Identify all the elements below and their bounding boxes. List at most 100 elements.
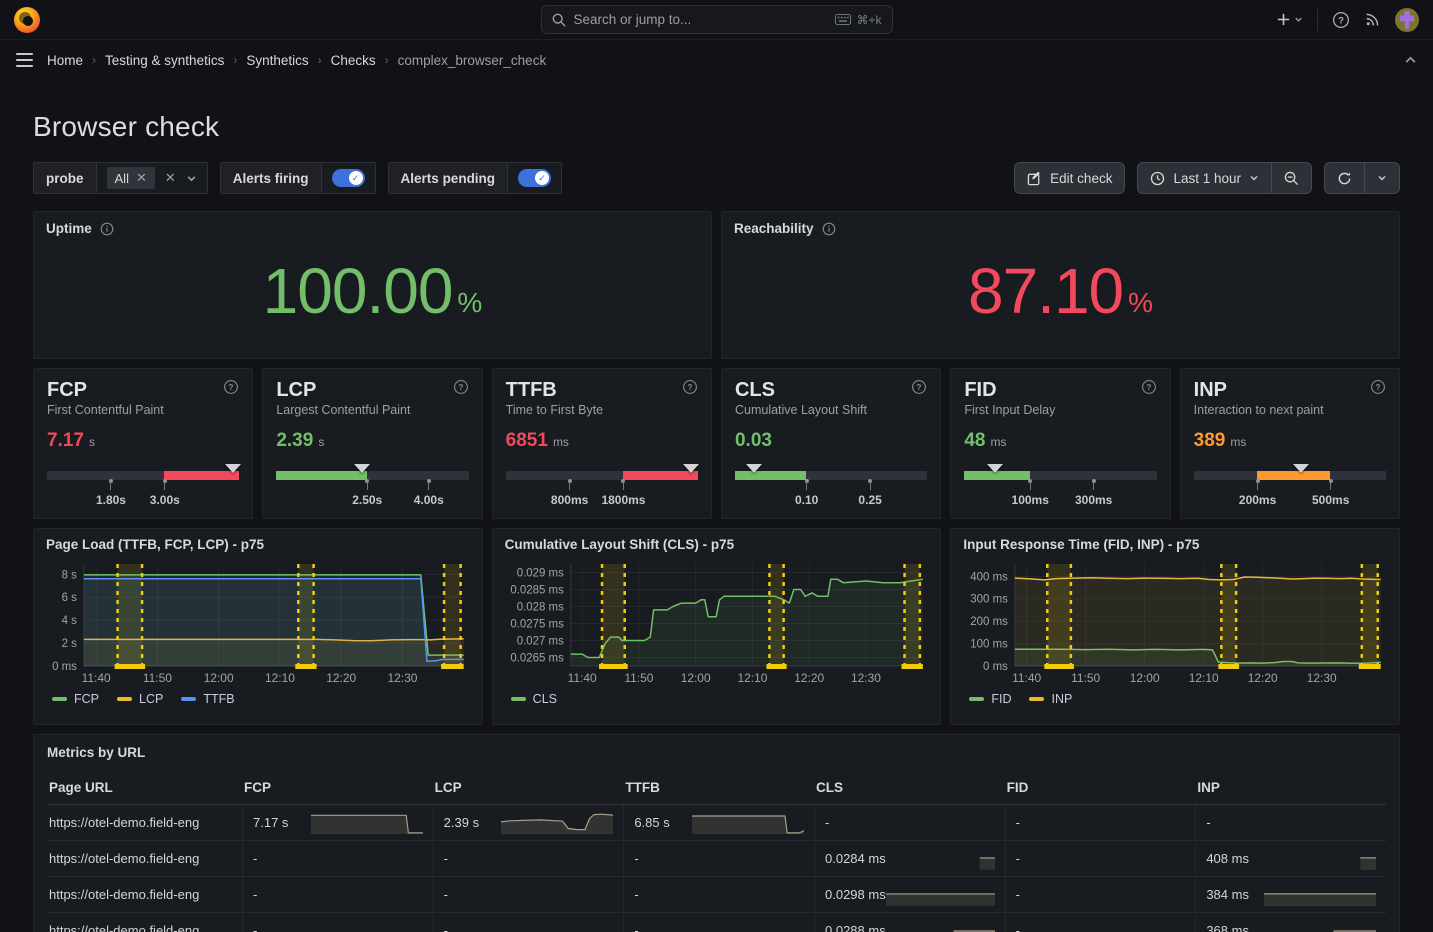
metric-cell: 0.0298 ms [814,877,1005,912]
gauge-marker-icon [683,464,699,473]
news-button[interactable] [1364,11,1381,28]
panel-title[interactable]: Cumulative Layout Shift (CLS) - p75 [505,537,929,552]
reachability-panel: Reachability 87.10 % [721,211,1400,359]
breadcrumb-item[interactable]: complex_browser_check [398,53,547,68]
page-title: Browser check [33,111,1400,143]
search-placeholder: Search or jump to... [574,12,828,27]
search-input[interactable]: Search or jump to... ⌘+k [541,5,893,34]
chip-remove-icon[interactable]: ✕ [136,170,147,186]
svg-text:12:00: 12:00 [1130,671,1160,685]
legend-item[interactable]: TTFB [181,692,234,706]
column-header[interactable]: INP [1195,774,1386,804]
info-icon[interactable] [822,222,836,236]
breadcrumb-item[interactable]: Testing & synthetics [105,53,224,68]
table-row[interactable]: https://otel-demo.field-eng7.17 s2.39 s6… [47,805,1386,841]
time-series-chart[interactable]: 0.0265 ms0.027 ms0.0275 ms0.028 ms0.0285… [505,556,929,688]
time-series-chart[interactable]: 0 ms100 ms200 ms300 ms400 ms11:4011:5012… [963,556,1387,688]
refresh-button[interactable] [1324,162,1365,194]
legend-item[interactable]: FID [969,692,1011,706]
metric-cell: - [1005,913,1196,932]
vital-subtitle: Largest Contentful Paint [276,403,468,417]
vital-title: FCP [47,379,87,402]
svg-text:4 s: 4 s [62,615,78,627]
probe-select[interactable]: All ✕ ✕ [97,163,207,193]
dashboard: Browser check probe All ✕ ✕ Alerts firin… [0,111,1433,932]
svg-text:12:00: 12:00 [204,671,234,685]
add-button[interactable] [1276,12,1303,27]
page-url-cell[interactable]: https://otel-demo.field-eng [47,913,242,932]
legend-item[interactable]: FCP [52,692,99,706]
chevron-down-icon[interactable] [186,173,197,184]
chart-panel: Input Response Time (FID, INP) - p750 ms… [950,528,1400,725]
column-header[interactable]: Page URL [47,774,242,804]
metric-cell: 2.39 s [433,805,624,840]
info-icon[interactable] [100,222,114,236]
menu-toggle-icon[interactable] [16,53,33,67]
column-header[interactable]: FCP [242,774,433,804]
question-icon[interactable]: ? [911,379,927,395]
grafana-logo-icon[interactable] [14,7,40,33]
column-header[interactable]: FID [1005,774,1196,804]
gauge-tick: 100ms [1030,480,1031,490]
gauge-tick: 2.50s [367,480,368,490]
breadcrumb-item[interactable]: Home [47,53,83,68]
plus-icon [1276,12,1291,27]
svg-text:?: ? [1375,382,1380,392]
legend-item[interactable]: CLS [511,692,557,706]
legend-swatch-icon [969,697,984,701]
collapse-chevron-icon[interactable] [1404,54,1417,67]
metrics-by-url-panel: Metrics by URL Page URLFCPLCPTTFBCLSFIDI… [33,734,1400,932]
question-icon[interactable]: ? [453,379,469,395]
question-icon[interactable]: ? [1141,379,1157,395]
breadcrumb-item[interactable]: Checks [331,53,376,68]
column-header[interactable]: LCP [433,774,624,804]
time-series-chart[interactable]: 0 ms2 s4 s6 s8 s11:4011:5012:0012:1012:2… [46,556,470,688]
vital-panel-lcp: LCP?Largest Contentful Paint2.39s2.50s4.… [262,368,482,519]
vital-gauge: 0.100.25 [735,464,927,510]
vital-value: 6851ms [506,430,698,452]
user-avatar[interactable] [1395,8,1419,32]
svg-text:11:40: 11:40 [82,671,111,685]
edit-check-button[interactable]: Edit check [1014,162,1125,194]
sparkline [886,884,995,906]
table-row[interactable]: https://otel-demo.field-eng---0.0298 ms-… [47,877,1386,913]
svg-text:?: ? [229,382,234,392]
probe-chip[interactable]: All ✕ [107,167,155,189]
metric-cell: - [433,841,624,876]
panel-title[interactable]: Page Load (TTFB, FCP, LCP) - p75 [46,537,470,552]
panel-title[interactable]: Input Response Time (FID, INP) - p75 [963,537,1387,552]
refresh-icon [1337,171,1352,186]
panel-title[interactable]: Metrics by URL [47,745,1386,760]
clear-icon[interactable]: ✕ [165,170,176,186]
alerts-firing-toggle[interactable] [332,169,365,187]
svg-text:11:40: 11:40 [1012,671,1041,685]
svg-text:12:30: 12:30 [387,671,417,685]
legend-item[interactable]: INP [1029,692,1072,706]
zoom-out-button[interactable] [1272,162,1312,194]
svg-text:400 ms: 400 ms [971,571,1009,583]
panel-title[interactable]: Reachability [734,221,836,236]
alerts-pending-toggle[interactable] [518,169,551,187]
breadcrumb-item[interactable]: Synthetics [246,53,308,68]
page-url-cell[interactable]: https://otel-demo.field-eng [47,805,242,840]
column-header[interactable]: TTFB [623,774,814,804]
legend-item[interactable]: LCP [117,692,163,706]
svg-text:12:30: 12:30 [851,671,881,685]
table-row[interactable]: https://otel-demo.field-eng---0.0284 ms-… [47,841,1386,877]
page-url-cell[interactable]: https://otel-demo.field-eng [47,877,242,912]
time-range-picker[interactable]: Last 1 hour [1137,162,1272,194]
search-shortcut: ⌘+k [856,13,881,27]
help-button[interactable]: ? [1332,11,1350,29]
question-icon[interactable]: ? [223,379,239,395]
vital-value: 7.17s [47,430,239,452]
column-header[interactable]: CLS [814,774,1005,804]
question-icon[interactable]: ? [1370,379,1386,395]
svg-text:?: ? [917,382,922,392]
refresh-interval-button[interactable] [1365,162,1400,194]
gauge-tick: 4.00s [428,480,429,490]
page-url-cell[interactable]: https://otel-demo.field-eng [47,841,242,876]
vital-subtitle: Time to First Byte [506,403,698,417]
question-icon[interactable]: ? [682,379,698,395]
panel-title[interactable]: Uptime [46,221,114,236]
table-row[interactable]: https://otel-demo.field-eng---0.0288 ms-… [47,913,1386,932]
